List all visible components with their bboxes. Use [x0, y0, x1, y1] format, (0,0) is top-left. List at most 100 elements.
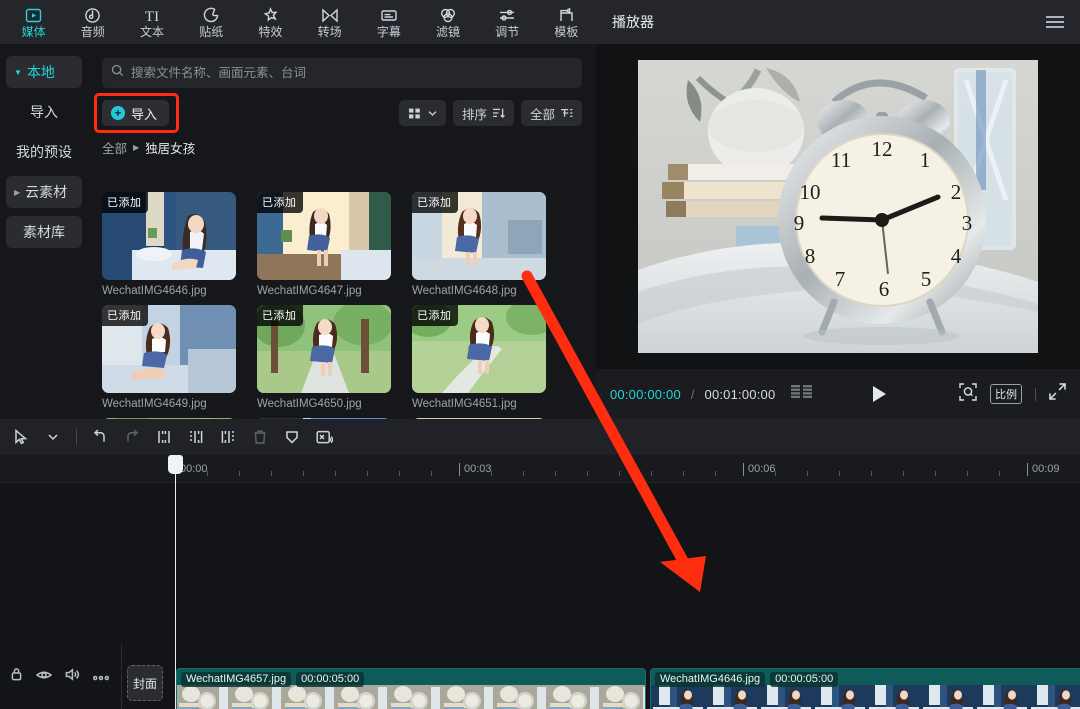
play-icon[interactable]	[873, 386, 887, 402]
tab-template[interactable]: 模板	[537, 0, 596, 44]
sidebar-item-presets[interactable]: 我的预设	[6, 136, 82, 168]
timeline-clip[interactable]: WechatIMG4646.jpg 00:00:05:00	[650, 668, 1080, 709]
tab-audio[interactable]: 音频	[63, 0, 122, 44]
caret-down-icon: ▼	[14, 67, 22, 77]
player-stage: 12 1 2 345 678 9 10 11	[596, 44, 1080, 369]
filter-all-button[interactable]: 全部	[520, 100, 582, 126]
tab-media[interactable]: 媒体	[4, 0, 63, 44]
tab-effects[interactable]: 特效	[241, 0, 300, 44]
import-button[interactable]: + 导入	[102, 100, 170, 126]
media-view-controls: 排序 全部	[398, 100, 582, 126]
player-panel: 播放器 12 1 2 3 4 5 6 7 8 9 10 11 00:00:00:…	[596, 0, 1080, 419]
media-item[interactable]: 已添加 WechatIMG4651.jpg	[412, 305, 546, 410]
trim-left-icon[interactable]	[181, 422, 211, 452]
tab-filter-label: 滤镜	[436, 25, 461, 39]
breadcrumb: 全部 ▶ 独居女孩	[102, 138, 582, 157]
transition-icon	[320, 5, 340, 25]
tab-adjust[interactable]: 调节	[478, 0, 537, 44]
cover-button[interactable]: 封面	[127, 665, 163, 701]
ruler-label: 00:06	[748, 463, 776, 475]
chevron-down-icon[interactable]	[38, 422, 68, 452]
main-toolbar: 媒体 音频 TI 文本 贴纸 特效 转场 字幕 滤镜 调节 模板	[0, 0, 596, 44]
sidebar-item-local[interactable]: ▼ 本地	[6, 56, 82, 88]
media-thumbnail[interactable]: 已添加	[257, 305, 391, 393]
breadcrumb-root[interactable]: 全部	[102, 138, 127, 157]
ruler-label: 00:03	[464, 463, 492, 475]
tab-filter[interactable]: 滤镜	[418, 0, 477, 44]
toolbar-divider	[76, 429, 77, 445]
eye-icon[interactable]	[35, 668, 53, 686]
media-filename: WechatIMG4647.jpg	[257, 285, 362, 297]
quality-icon[interactable]	[791, 385, 813, 403]
svg-text:4: 4	[951, 244, 962, 268]
search-bar[interactable]	[102, 58, 582, 88]
fullscreen-icon[interactable]	[1049, 383, 1066, 405]
media-filename: WechatIMG4646.jpg	[102, 285, 207, 297]
hamburger-icon[interactable]	[1046, 16, 1064, 28]
more-icon[interactable]	[92, 668, 110, 686]
sticker-icon	[202, 5, 221, 25]
tab-transition-label: 转场	[317, 25, 342, 39]
redo-icon[interactable]	[117, 422, 147, 452]
breadcrumb-separator-icon: ▶	[133, 143, 140, 152]
svg-text:8: 8	[805, 244, 816, 268]
zoom-fit-icon[interactable]	[959, 382, 977, 406]
media-item[interactable]: 已添加 WechatIMG4648.jpg	[412, 192, 546, 297]
sort-button[interactable]: 排序	[452, 100, 514, 126]
media-thumbnail[interactable]: 已添加	[412, 305, 546, 393]
breadcrumb-current: 独居女孩	[145, 142, 196, 156]
effects-icon	[261, 5, 280, 25]
timeline-ruler[interactable]: 00:00 00:03 00:06 00:09	[0, 455, 1080, 483]
added-badge: 已添加	[257, 192, 303, 213]
sidebar-item-local-label: 本地	[26, 64, 55, 80]
current-time[interactable]: 00:00:00:00	[610, 387, 681, 402]
media-item[interactable]: 已添加 WechatIMG4646.jpg	[102, 192, 236, 297]
ratio-button[interactable]: 比例	[990, 384, 1022, 404]
trim-right-icon[interactable]	[213, 422, 243, 452]
view-toggle-button[interactable]	[398, 100, 446, 126]
tab-sticker[interactable]: 贴纸	[182, 0, 241, 44]
svg-text:2: 2	[951, 180, 962, 204]
media-thumbnail[interactable]: 已添加	[257, 192, 391, 280]
sidebar-item-presets-label: 我的预设	[16, 144, 72, 160]
lock-icon[interactable]	[10, 667, 23, 686]
timeline-clip[interactable]: WechatIMG4657.jpg 00:00:05:00	[176, 668, 646, 709]
clip-filmstrip	[177, 685, 645, 709]
tab-media-label: 媒体	[21, 25, 46, 39]
media-icon	[24, 5, 43, 25]
media-filename: WechatIMG4649.jpg	[102, 398, 207, 410]
playhead-grip[interactable]	[168, 455, 183, 474]
shield-icon[interactable]	[277, 422, 307, 452]
sidebar-item-import[interactable]: 导入	[6, 96, 82, 128]
media-tools-row: + 导入 排序 全部	[94, 93, 582, 133]
media-item[interactable]: 已添加 WechatIMG4649.jpg	[102, 305, 236, 410]
media-thumbnail[interactable]: 已添加	[102, 305, 236, 393]
playhead[interactable]	[168, 455, 183, 709]
undo-icon[interactable]	[85, 422, 115, 452]
search-input[interactable]	[131, 66, 573, 80]
sidebar-item-cloud[interactable]: ▶ 云素材	[6, 176, 82, 208]
audio-split-icon[interactable]	[309, 422, 339, 452]
tab-adjust-label: 调节	[495, 25, 520, 39]
media-item[interactable]: 已添加 WechatIMG4650.jpg	[257, 305, 391, 410]
media-thumbnail[interactable]: 已添加	[412, 192, 546, 280]
svg-text:11: 11	[831, 148, 851, 172]
tab-subtitle[interactable]: 字幕	[359, 0, 418, 44]
sidebar-item-library[interactable]: 素材库	[6, 216, 82, 248]
sort-button-label: 排序	[461, 107, 487, 122]
media-item[interactable]: 已添加 WechatIMG4647.jpg	[257, 192, 391, 297]
clip-label: WechatIMG4646.jpg 00:00:05:00	[655, 672, 839, 687]
split-icon[interactable]	[149, 422, 179, 452]
volume-icon[interactable]	[65, 667, 80, 686]
cursor-icon[interactable]	[6, 422, 36, 452]
svg-text:5: 5	[921, 267, 932, 291]
filter-all-label: 全部	[529, 107, 555, 122]
tab-text[interactable]: TI 文本	[122, 0, 181, 44]
media-grid: 已添加 WechatIMG4646.jpg 已添加 WechatIMG4647.…	[88, 192, 596, 456]
tab-text-label: 文本	[140, 25, 165, 39]
media-thumbnail[interactable]: 已添加	[102, 192, 236, 280]
player-title: 播放器	[612, 14, 654, 30]
tab-transition[interactable]: 转场	[300, 0, 359, 44]
trash-icon[interactable]	[245, 422, 275, 452]
filter-icon	[438, 5, 458, 25]
